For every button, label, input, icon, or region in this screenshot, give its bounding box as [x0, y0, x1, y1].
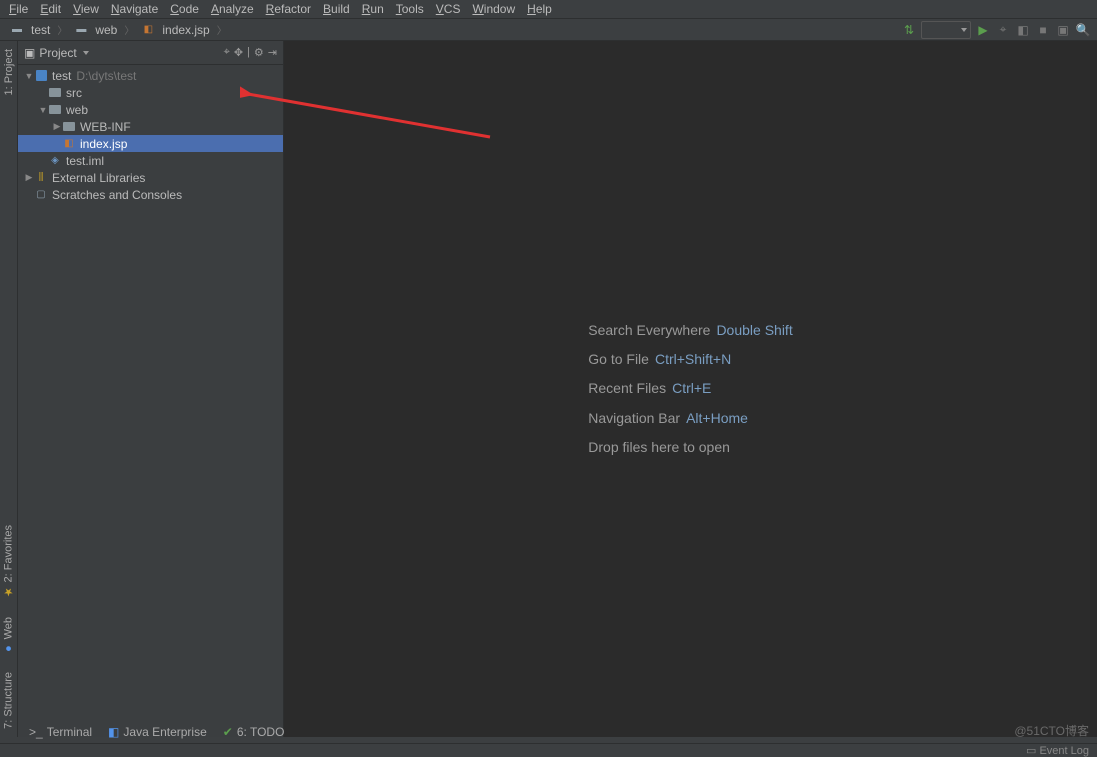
- bottom-tool-tabs: >_Terminal ◧Java Enterprise ✔6: TODO: [18, 721, 295, 743]
- panel-title: Project: [39, 46, 76, 60]
- watermark: @51CTO博客: [1014, 722, 1089, 739]
- menu-navigate[interactable]: Navigate: [106, 1, 163, 17]
- breadcrumb-web[interactable]: ▬web: [70, 22, 121, 38]
- debug-icon[interactable]: ⌖: [995, 22, 1011, 38]
- locate-icon[interactable]: ⌖: [224, 46, 230, 59]
- gutter-structure[interactable]: 7: Structure: [1, 668, 16, 733]
- module-icon: [34, 69, 48, 83]
- menu-code[interactable]: Code: [165, 1, 204, 17]
- folder-icon: [48, 103, 62, 117]
- gear-icon[interactable]: ⚙: [254, 46, 264, 59]
- breadcrumb-test[interactable]: ▬test: [6, 22, 54, 38]
- update-icon[interactable]: ⇅: [901, 22, 917, 38]
- chevron-right-icon: 〉: [124, 22, 134, 37]
- tree-item-WEB-INF[interactable]: WEB-INF: [18, 118, 283, 135]
- menu-edit[interactable]: Edit: [35, 1, 66, 17]
- tree-arrow-icon[interactable]: [24, 71, 34, 81]
- tree-item-src[interactable]: src: [18, 84, 283, 101]
- tree-item-index-jsp[interactable]: ◧index.jsp: [18, 135, 283, 152]
- run-config-combo[interactable]: [921, 21, 971, 39]
- chevron-down-icon[interactable]: [83, 51, 89, 55]
- hint-line: Go to FileCtrl+Shift+N: [588, 345, 792, 374]
- menu-file[interactable]: File: [4, 1, 33, 17]
- project-panel: ▣ Project ⌖ ✥ | ⚙ ⇥ testD:\dyts\testsrcw…: [18, 41, 284, 737]
- menu-vcs[interactable]: VCS: [431, 1, 466, 17]
- welcome-hints: Search EverywhereDouble ShiftGo to FileC…: [588, 316, 792, 463]
- bottom-tab-6-todo[interactable]: ✔6: TODO: [218, 723, 290, 741]
- breadcrumb: ▬test〉▬web〉◧index.jsp〉: [6, 22, 228, 38]
- tree-arrow-icon[interactable]: [38, 105, 48, 115]
- hint-line: Recent FilesCtrl+E: [588, 374, 792, 403]
- project-tree[interactable]: testD:\dyts\testsrcwebWEB-INF◧index.jsp◈…: [18, 65, 283, 205]
- collapse-icon[interactable]: ⇥: [268, 46, 277, 59]
- tree-item-Scratches-and-Consoles[interactable]: ▢Scratches and Consoles: [18, 186, 283, 203]
- navigation-bar: ▬test〉▬web〉◧index.jsp〉 ⇅ ▶ ⌖ ◧ ■ ▣ 🔍: [0, 18, 1097, 41]
- chevron-right-icon: 〉: [57, 22, 67, 37]
- menu-tools[interactable]: Tools: [391, 1, 429, 17]
- chevron-right-icon: 〉: [217, 22, 227, 37]
- editor-area[interactable]: Search EverywhereDouble ShiftGo to FileC…: [284, 41, 1097, 737]
- iml-icon: ◈: [48, 154, 62, 168]
- menu-view[interactable]: View: [68, 1, 104, 17]
- event-log-button[interactable]: ▭ Event Log: [1026, 744, 1089, 757]
- hint-line: Search EverywhereDouble Shift: [588, 316, 792, 345]
- library-icon: ⫼: [34, 171, 48, 185]
- tree-arrow-icon[interactable]: [52, 121, 62, 132]
- run-toolbar: ⇅ ▶ ⌖ ◧ ■ ▣ 🔍: [901, 21, 1091, 39]
- layout-icon[interactable]: ▣: [1055, 22, 1071, 38]
- terminal-icon: >_: [29, 725, 43, 739]
- tree-item-test[interactable]: testD:\dyts\test: [18, 67, 283, 84]
- jsp-icon: ◧: [62, 137, 76, 151]
- menu-build[interactable]: Build: [318, 1, 355, 17]
- jsp-icon: ◧: [141, 23, 155, 37]
- folder-icon: ▬: [74, 23, 88, 37]
- hint-line: Navigation BarAlt+Home: [588, 404, 792, 433]
- left-tool-gutter: 1: Project ★2: Favorites ●Web 7: Structu…: [0, 41, 18, 737]
- main-area: 1: Project ★2: Favorites ●Web 7: Structu…: [0, 41, 1097, 737]
- gutter-web[interactable]: ●Web: [1, 613, 16, 658]
- todo-icon: ✔: [223, 725, 233, 739]
- java-icon: ◧: [108, 725, 119, 739]
- bottom-tab-terminal[interactable]: >_Terminal: [24, 723, 97, 741]
- gutter-project[interactable]: 1: Project: [2, 45, 16, 99]
- bottom-tab-java-enterprise[interactable]: ◧Java Enterprise: [103, 723, 212, 741]
- project-view-icon: ▣: [24, 46, 35, 60]
- gutter-favorites[interactable]: ★2: Favorites: [1, 521, 16, 602]
- divider: |: [247, 46, 250, 59]
- tree-item-External-Libraries[interactable]: ⫼External Libraries: [18, 169, 283, 186]
- search-icon[interactable]: 🔍: [1075, 22, 1091, 38]
- project-panel-header: ▣ Project ⌖ ✥ | ⚙ ⇥: [18, 41, 283, 65]
- tree-item-test-iml[interactable]: ◈test.iml: [18, 152, 283, 169]
- menu-help[interactable]: Help: [522, 1, 557, 17]
- menu-window[interactable]: Window: [467, 1, 520, 17]
- menu-refactor[interactable]: Refactor: [261, 1, 316, 17]
- menu-run[interactable]: Run: [357, 1, 389, 17]
- expand-icon[interactable]: ✥: [234, 46, 243, 59]
- tree-item-web[interactable]: web: [18, 101, 283, 118]
- folder-icon: [48, 86, 62, 100]
- breadcrumb-index.jsp[interactable]: ◧index.jsp: [137, 22, 213, 38]
- tree-arrow-icon[interactable]: [24, 172, 34, 183]
- menu-analyze[interactable]: Analyze: [206, 1, 259, 17]
- coverage-icon[interactable]: ◧: [1015, 22, 1031, 38]
- menu-bar: FileEditViewNavigateCodeAnalyzeRefactorB…: [0, 0, 1097, 18]
- folder-icon: ▬: [10, 23, 24, 37]
- folder-icon: [62, 120, 76, 134]
- stop-icon[interactable]: ■: [1035, 22, 1051, 38]
- run-icon[interactable]: ▶: [975, 22, 991, 38]
- scratch-icon: ▢: [34, 188, 48, 202]
- status-bar: ▭ Event Log: [0, 743, 1097, 757]
- hint-line: Drop files here to open: [588, 433, 792, 462]
